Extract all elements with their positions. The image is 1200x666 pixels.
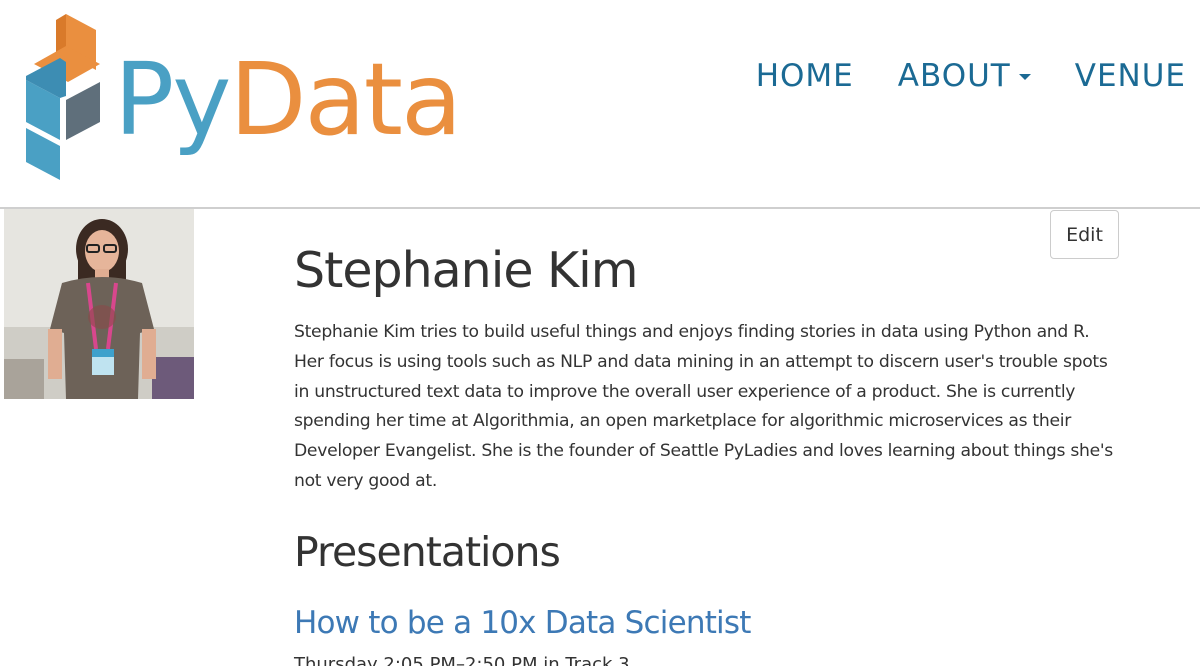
pydata-cube-logo-icon xyxy=(26,14,100,180)
logo-text-data: Data xyxy=(229,41,462,158)
logo-text-py: Py xyxy=(114,41,231,158)
presentation-item: How to be a 10x Data Scientist Thursday … xyxy=(294,603,1124,666)
main-nav: HOME ABOUT VENUE xyxy=(712,58,1186,94)
caret-down-icon xyxy=(1018,74,1031,80)
speaker-photo xyxy=(4,209,194,399)
speaker-name: Stephanie Kim xyxy=(294,242,639,299)
pydata-logo[interactable]: PyData xyxy=(20,12,462,187)
presentations-heading: Presentations xyxy=(294,527,561,576)
presentation-time: Thursday 2:05 PM–2:50 PM in Track 3 xyxy=(294,653,630,666)
speaker-photo-image xyxy=(4,209,194,399)
nav-about[interactable]: ABOUT xyxy=(898,58,1031,94)
nav-home[interactable]: HOME xyxy=(756,58,854,94)
logo-wordmark: PyData xyxy=(114,40,462,160)
nav-about-label: ABOUT xyxy=(897,58,1011,94)
speaker-bio: Stephanie Kim tries to build useful thin… xyxy=(294,322,1113,491)
nav-venue[interactable]: VENUE xyxy=(1075,58,1186,94)
site-header: PyData HOME ABOUT VENUE xyxy=(0,0,1200,208)
presentation-title-link[interactable]: How to be a 10x Data Scientist xyxy=(294,603,1124,643)
speaker-profile: Stephanie Kim Stephanie Kim tries to bui… xyxy=(294,236,1124,666)
